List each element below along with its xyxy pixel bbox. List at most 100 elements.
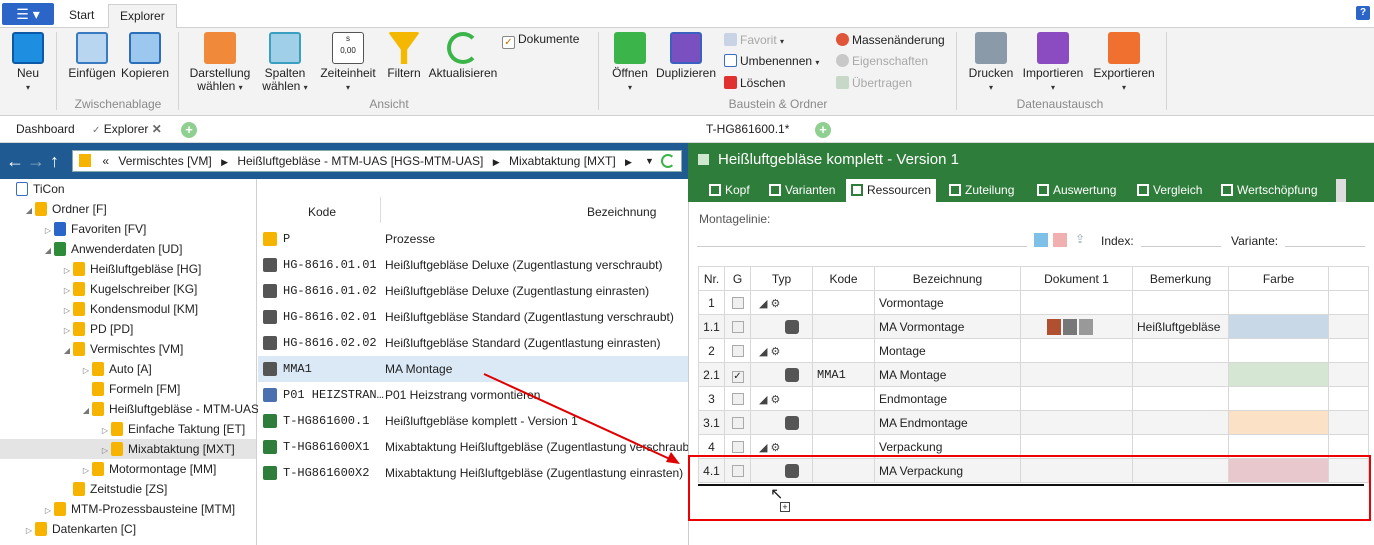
list-item[interactable]: MMA1 MA Montage (258, 356, 688, 382)
tree-node[interactable]: ▷ PD [PD] (0, 319, 256, 339)
up-arrow-icon[interactable]: ↑ (50, 150, 59, 172)
row-checkbox[interactable] (731, 296, 744, 309)
grid-row[interactable]: 1 ◢ ⚙ Vormontage (698, 290, 1369, 315)
favorite-button[interactable]: Favorit ▾ (724, 33, 784, 49)
montagelinie-field[interactable] (697, 246, 1027, 247)
expand-toggle-icon[interactable]: ◢ (23, 201, 35, 221)
forward-arrow-icon[interactable]: → (27, 150, 45, 172)
editor-tab[interactable]: Ressourcen (846, 179, 937, 202)
document-thumbnail-icon[interactable] (1063, 318, 1077, 335)
list-item[interactable]: T-HG861600X1 Mixabtaktung Heißluftgebläse… (258, 434, 688, 460)
back-arrow-icon[interactable]: ← (6, 150, 24, 172)
list-item[interactable]: HG-8616.01.01 Heißluftgebläse Deluxe (Zug… (258, 252, 688, 278)
expand-toggle-icon[interactable]: ▷ (61, 301, 73, 321)
cell-g[interactable] (724, 290, 751, 315)
add-tab-icon[interactable]: + (181, 122, 197, 138)
column-header[interactable]: G (724, 266, 751, 291)
doc-tab-right[interactable]: T-HG861600.1* (706, 122, 789, 136)
documents-checkbox[interactable]: ✓ Dokumente (502, 32, 579, 49)
editor-tab[interactable]: Vergleich (1132, 179, 1207, 202)
expand-toggle-icon[interactable]: ▷ (42, 221, 54, 241)
time-unit-button[interactable]: s 0,00 Zeiteinheit ▾ (316, 32, 380, 94)
tree-node[interactable]: Zeitstudie [ZS] (0, 479, 256, 499)
import-button[interactable]: Importieren ▾ (1020, 32, 1086, 94)
refresh-button[interactable]: Aktualisieren (428, 32, 498, 80)
list-item[interactable]: HG-8616.02.02 Heißluftgebläse Standard (Z… (258, 330, 688, 356)
tab-explorer[interactable]: Explorer (108, 4, 177, 28)
editor-tab[interactable]: Wertschöpfung (1216, 179, 1323, 202)
document-thumbnail-icon[interactable] (1079, 318, 1093, 335)
delete-button[interactable]: Löschen (724, 76, 785, 92)
expand-toggle-icon[interactable]: ▷ (61, 261, 73, 281)
cell-g[interactable]: ✓ (724, 362, 751, 387)
transfer-button[interactable]: Übertragen (836, 76, 912, 92)
tab-start[interactable]: Start (58, 4, 105, 28)
expand-toggle-icon[interactable]: ◢ (42, 241, 54, 261)
upload-icon[interactable]: ⇪ (1075, 232, 1085, 246)
list-item[interactable]: T-HG861600X2 Mixabtaktung Heißluftgebläse… (258, 460, 688, 486)
tree-node[interactable]: ▷ MTM-Prozessbausteine [MTM] (0, 499, 256, 519)
tree-node[interactable]: ▷ Motormontage [MM] (0, 459, 256, 479)
editor-tab[interactable]: Zuteilung (944, 179, 1019, 202)
editor-tab[interactable]: Auswertung (1032, 179, 1121, 202)
doc-tab-explorer[interactable]: ✓ Explorer ✕ (92, 122, 162, 136)
grid-row[interactable]: 3.1 MA Endmontage (698, 410, 1369, 435)
expand-toggle-icon[interactable]: ▷ (42, 501, 54, 521)
paste-button[interactable]: Einfügen (66, 32, 118, 80)
refresh-icon[interactable] (661, 154, 675, 168)
remove-row-icon[interactable] (1053, 233, 1067, 247)
column-header[interactable]: Bemerkung (1132, 266, 1229, 291)
columns-select-button[interactable]: Spalten wählen ▾ (258, 32, 312, 94)
doc-tab-dashboard[interactable]: Dashboard (16, 122, 75, 136)
row-checkbox[interactable] (731, 440, 744, 453)
cell-g[interactable] (724, 338, 751, 363)
breadcrumb-item[interactable]: Heißluftgebläse - MTM-UAS [HGS-MTM-UAS] (237, 154, 483, 168)
copy-button[interactable]: Kopieren (120, 32, 170, 80)
grid-row[interactable]: 1.1 MA Vormontage Heißluftgebläse (698, 314, 1369, 339)
cell-g[interactable] (724, 314, 751, 339)
view-select-button[interactable]: Darstellung wählen ▾ (186, 32, 254, 94)
expand-toggle-icon[interactable]: ▷ (23, 521, 35, 541)
column-header[interactable]: Typ (750, 266, 813, 291)
list-item[interactable]: HG-8616.02.01 Heißluftgebläse Standard (Z… (258, 304, 688, 330)
close-icon[interactable]: ✕ (152, 122, 162, 136)
column-header[interactable]: Farbe (1228, 266, 1329, 291)
expand-toggle-icon[interactable]: ▷ (99, 421, 111, 441)
open-button[interactable]: Öffnen ▾ (608, 32, 652, 94)
variante-field[interactable] (1285, 246, 1365, 247)
add-row-icon[interactable] (1034, 233, 1048, 247)
index-field[interactable] (1141, 246, 1221, 247)
tree-node[interactable]: ▷ Auto [A] (0, 359, 256, 379)
expand-toggle-icon[interactable]: ◢ (80, 401, 92, 421)
row-checkbox[interactable] (731, 320, 744, 333)
tree-node[interactable]: Formeln [FM] (0, 379, 256, 399)
breadcrumb-item[interactable]: Mixabtaktung [MXT] (509, 154, 616, 168)
column-header[interactable]: Dokument 1 (1020, 266, 1133, 291)
tree-node[interactable]: ◢ Heißluftgebläse - MTM-UAS (0, 399, 259, 421)
breadcrumb-item[interactable]: Vermischtes [VM] (118, 154, 211, 168)
filter-button[interactable]: Filtern (384, 32, 424, 80)
duplicate-button[interactable]: Duplizieren (654, 32, 718, 80)
new-button[interactable]: Neu ▾ (8, 32, 48, 94)
row-checkbox[interactable] (731, 344, 744, 357)
tab-scroll-button[interactable] (1336, 179, 1346, 202)
app-menu-button[interactable]: ☰ ▾ (2, 3, 54, 25)
tree-node[interactable]: ◢ Anwenderdaten [UD] (0, 239, 256, 259)
mass-change-button[interactable]: Massenänderung (836, 33, 945, 49)
help-icon[interactable]: ? (1356, 6, 1370, 20)
list-item[interactable]: P01 HEIZSTRAN… P01 Heizstrang vormontiere… (258, 382, 688, 408)
column-header-bezeichnung[interactable]: Bezeichnung (587, 205, 656, 219)
column-header[interactable]: Nr. (698, 266, 725, 291)
address-bar[interactable]: « Vermischtes [VM] ▶ Heißluftgebläse - M… (72, 150, 682, 172)
tree-node[interactable]: ▷ Favoriten [FV] (0, 219, 256, 239)
editor-tab[interactable]: Varianten (764, 179, 840, 202)
expand-toggle-icon[interactable]: ▷ (61, 281, 73, 301)
grid-row[interactable]: 2.1 ✓ MMA1 MA Montage (698, 362, 1369, 387)
export-button[interactable]: Exportieren ▾ (1092, 32, 1156, 94)
grid-row[interactable]: 2 ◢ ⚙ Montage (698, 338, 1369, 363)
tree-node[interactable]: ◢ Ordner [F] (0, 199, 256, 219)
cell-g[interactable] (724, 410, 751, 435)
row-checkbox[interactable] (731, 416, 744, 429)
tree-node[interactable]: ▷ Datenkarten [C] (0, 519, 256, 539)
column-header[interactable]: Bezeichnung (874, 266, 1021, 291)
